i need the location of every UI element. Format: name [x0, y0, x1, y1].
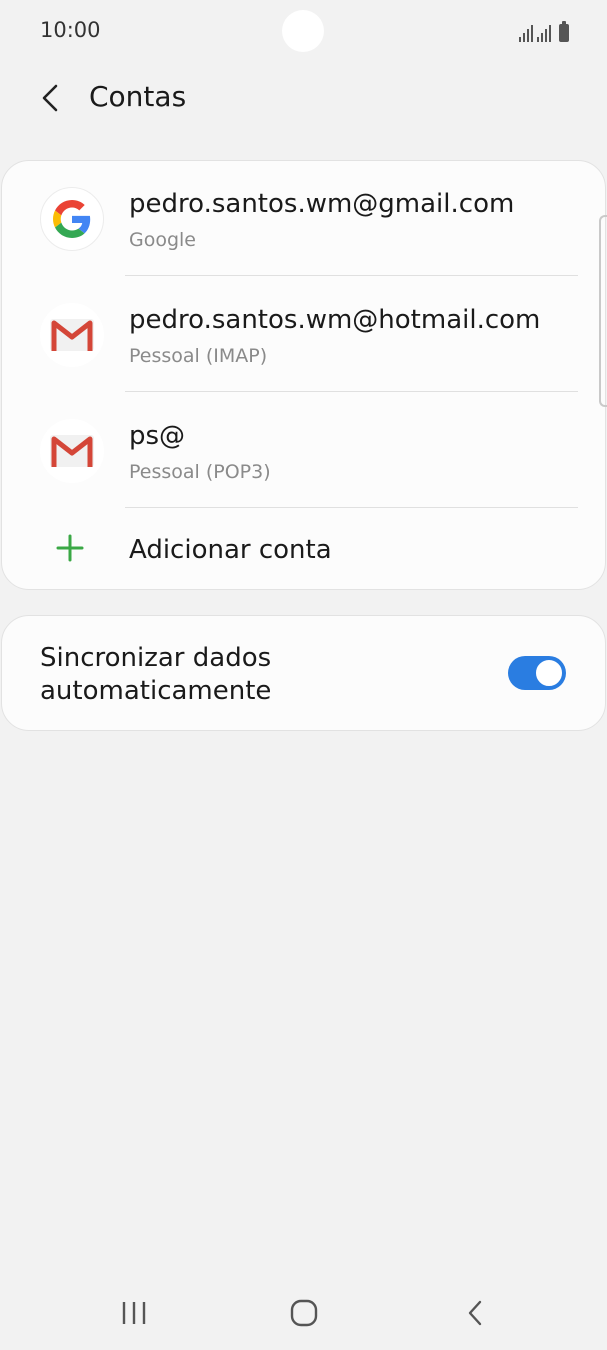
- navigation-bar: [0, 1276, 607, 1350]
- account-name: pedro.santos.wm@hotmail.com: [129, 305, 541, 335]
- signal-icon: [519, 24, 533, 42]
- home-icon: [290, 1299, 318, 1327]
- header: Contas: [0, 64, 607, 134]
- account-type: Google: [129, 229, 197, 251]
- account-item-hotmail[interactable]: pedro.santos.wm@hotmail.com Pessoal (IMA…: [2, 277, 605, 393]
- scrollbar[interactable]: [599, 215, 607, 407]
- home-button[interactable]: [274, 1290, 334, 1336]
- sync-toggle[interactable]: [508, 656, 566, 690]
- accounts-card: pedro.santos.wm@gmail.com Google pedro.s…: [1, 160, 606, 590]
- back-button[interactable]: [28, 76, 72, 120]
- recents-button[interactable]: [104, 1290, 164, 1336]
- recents-icon: [122, 1302, 146, 1324]
- account-type: Pessoal (POP3): [129, 461, 271, 483]
- divider: [125, 391, 578, 392]
- gmail-icon: [40, 419, 104, 483]
- back-icon: [468, 1300, 482, 1326]
- plus-icon: [56, 534, 84, 562]
- account-type: Pessoal (IMAP): [129, 345, 268, 367]
- account-item-google[interactable]: pedro.santos.wm@gmail.com Google: [2, 161, 605, 277]
- nav-back-button[interactable]: [445, 1290, 505, 1336]
- add-account-label: Adicionar conta: [129, 535, 332, 565]
- sync-card: Sincronizar dados automaticamente: [1, 615, 606, 731]
- status-bar: 10:00: [0, 0, 607, 64]
- sync-label: Sincronizar dados automaticamente: [40, 643, 272, 706]
- add-account-button[interactable]: Adicionar conta: [2, 508, 605, 590]
- page-title: Contas: [89, 80, 187, 113]
- status-time: 10:00: [40, 18, 101, 42]
- battery-icon: [559, 21, 569, 42]
- divider: [125, 275, 578, 276]
- signal-icon: [537, 24, 551, 42]
- chevron-left-icon: [42, 84, 58, 112]
- account-name: pedro.santos.wm@gmail.com: [129, 189, 515, 219]
- google-icon: [40, 187, 104, 251]
- camera-cutout: [282, 10, 324, 52]
- gmail-icon: [40, 303, 104, 367]
- account-item-pop3[interactable]: ps@ Pessoal (POP3): [2, 393, 605, 509]
- status-icons: [519, 20, 569, 42]
- account-name: ps@: [129, 421, 186, 451]
- toggle-knob: [534, 658, 564, 688]
